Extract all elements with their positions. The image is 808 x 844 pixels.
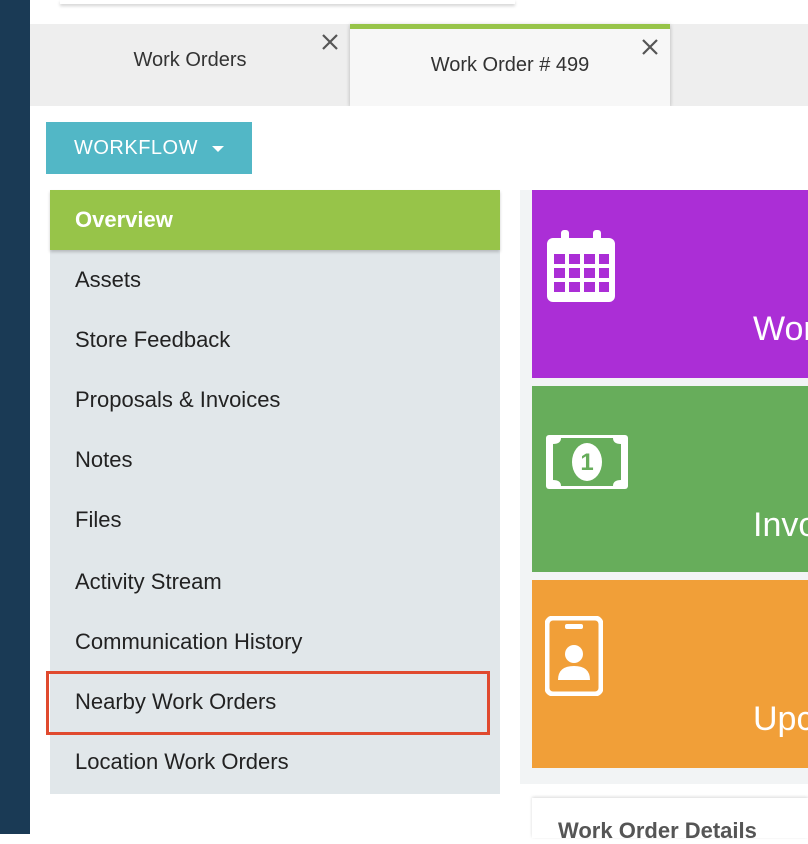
workflow-dropdown-button[interactable]: WORKFLOW [46,122,252,174]
tile-label: Upco [753,700,808,738]
tab-label: Work Order # 499 [430,54,590,76]
money-bill-icon: 1 [545,434,629,495]
tab-label: Work Orders [133,48,247,71]
caret-down-icon [212,146,224,152]
sidebar-item-communication-history[interactable]: Communication History [50,612,500,672]
workflow-label: WORKFLOW [74,136,198,159]
sidebar-item-nearby-work-orders[interactable]: Nearby Work Orders [50,672,500,732]
sidebar-item-notes[interactable]: Notes [50,430,500,490]
close-icon[interactable] [640,37,660,57]
tile-label: Wor [753,310,808,348]
left-nav-rail [0,0,30,834]
sidebar-item-label: Activity Stream [75,569,222,594]
work-order-details-card: Work Order Details [532,798,808,843]
sidebar-item-label: Proposals & Invoices [75,387,281,412]
close-icon[interactable] [320,32,340,52]
tile-label: Invo [753,506,808,544]
sidebar-item-label: Communication History [75,629,303,654]
sidebar-item-store-feedback[interactable]: Store Feedback [50,310,500,370]
sidebar-menu: Overview Assets Store Feedback Proposals… [50,190,500,794]
sidebar-item-label: Notes [75,447,133,472]
top-search-bar[interactable] [60,0,515,4]
sidebar-item-label: Store Feedback [75,327,231,352]
sidebar-item-location-work-orders[interactable]: Location Work Orders [50,732,500,792]
calendar-icon [545,228,617,309]
svg-text:1: 1 [580,449,593,476]
tab-work-orders[interactable]: Work Orders [30,24,350,106]
sidebar-item-files[interactable]: Files [50,490,500,550]
sidebar-item-label: Files [75,507,122,532]
tile-upcoming[interactable]: Upco [532,580,808,768]
sidebar-item-label: Location Work Orders [75,749,289,774]
tile-invoices[interactable]: 1 Invo [532,386,808,572]
id-badge-icon [544,615,604,701]
details-title: Work Order Details [558,818,757,843]
tile-work-orders[interactable]: Wor [532,190,808,378]
sidebar-item-activity-stream[interactable]: Activity Stream [50,552,500,612]
sidebar-item-proposals-invoices[interactable]: Proposals & Invoices [50,370,500,430]
sidebar-item-overview[interactable]: Overview [50,190,500,250]
sidebar-item-label: Assets [75,267,142,292]
tab-bar: Work Orders Work Order # 499 [30,24,808,106]
tab-work-order-499[interactable]: Work Order # 499 [350,24,670,106]
sidebar-item-label: Overview [75,207,173,232]
sidebar-item-assets[interactable]: Assets [50,250,500,310]
sidebar-item-label: Nearby Work Orders [75,689,277,714]
